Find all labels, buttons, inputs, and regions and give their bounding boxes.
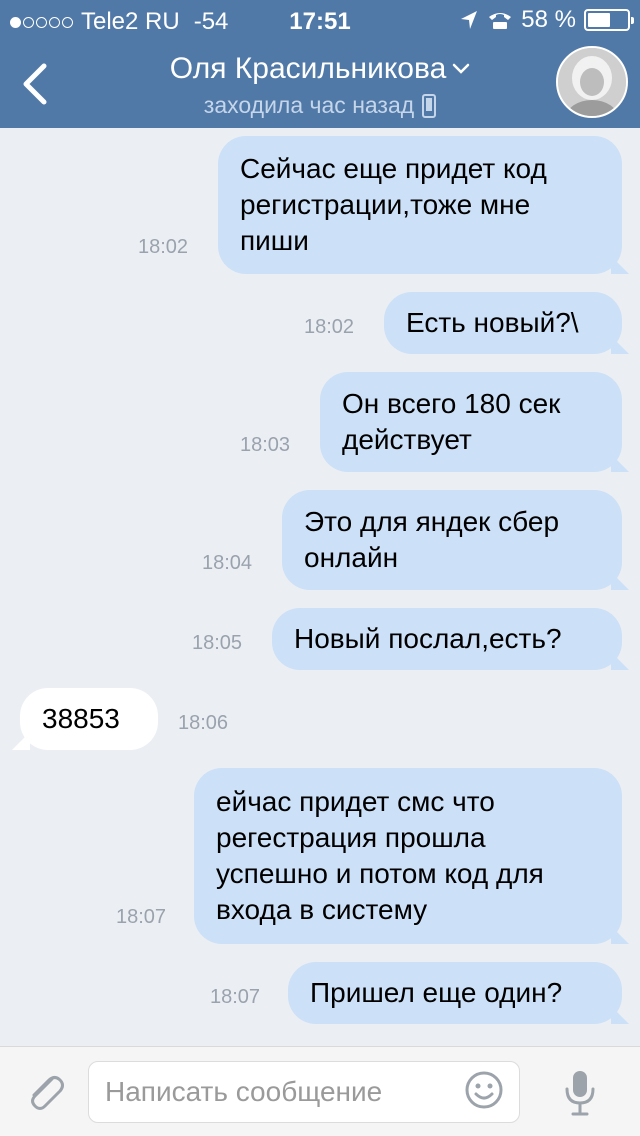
- message-text: Он всего 180 сек действует: [342, 388, 561, 455]
- user-photo-icon: [558, 48, 626, 116]
- message-text: Есть новый?\: [406, 307, 579, 338]
- message-bubble[interactable]: Это для яндек сбер онлайн: [282, 490, 622, 590]
- battery-percent: 58 %: [521, 6, 576, 33]
- message-text: Пришел еще один?: [310, 977, 563, 1008]
- emoji-icon[interactable]: [464, 1070, 504, 1110]
- message-input-placeholder: Написать сообщение: [105, 1076, 383, 1107]
- back-button[interactable]: [8, 52, 62, 116]
- message-bubble[interactable]: Новый послал,есть?: [272, 608, 622, 670]
- message-bubble[interactable]: 38853: [20, 688, 158, 750]
- status-bar: Tele2 RU -54 17:51 58 %: [0, 0, 640, 40]
- message-time: 18:05: [192, 632, 243, 654]
- paperclip-icon[interactable]: [22, 1069, 68, 1115]
- avatar[interactable]: [556, 46, 628, 118]
- message-time: 18:07: [210, 986, 261, 1008]
- chevron-left-icon: [23, 63, 47, 105]
- message-bubble[interactable]: Пришел еще один?: [288, 962, 622, 1024]
- last-seen-status: заходила час назад: [203, 92, 415, 118]
- message-time: 18:06: [178, 712, 229, 734]
- battery-icon: [584, 9, 634, 31]
- message-input-bar: Написать сообщение: [0, 1046, 640, 1136]
- chat-title-button[interactable]: Оля Красильникова заходила час назад: [100, 52, 540, 119]
- message-input[interactable]: Написать сообщение: [88, 1061, 520, 1123]
- location-arrow-icon: [461, 11, 478, 29]
- message-time: 18:04: [202, 552, 253, 574]
- chevron-down-icon: [453, 63, 470, 74]
- message-time: 18:02: [304, 316, 355, 338]
- message-text: Новый послал,есть?: [294, 623, 562, 654]
- header-bar: Tele2 RU -54 17:51 58 % Оля Красильников…: [0, 0, 640, 128]
- phone-icon: [489, 13, 512, 29]
- chat-title: Оля Красильникова: [169, 52, 447, 85]
- message-bubble[interactable]: Он всего 180 сек действует: [320, 372, 622, 472]
- message-text: Сейчас еще придет код регистрации,тоже м…: [240, 153, 547, 256]
- message-text: ейчас придет смс что регестрация прошла …: [216, 786, 544, 925]
- message-bubble[interactable]: Есть новый?\: [384, 292, 622, 354]
- message-time: 18:03: [240, 434, 291, 456]
- message-time: 18:07: [116, 906, 167, 928]
- mobile-phone-icon: [422, 93, 437, 118]
- microphone-icon[interactable]: [562, 1067, 598, 1119]
- message-text: 38853: [42, 703, 120, 734]
- message-bubble[interactable]: Сейчас еще придет код регистрации,тоже м…: [218, 136, 622, 274]
- message-bubble[interactable]: ейчас придет смс что регестрация прошла …: [194, 768, 622, 944]
- message-text: Это для яндек сбер онлайн: [304, 506, 560, 573]
- message-time: 18:02: [138, 236, 189, 258]
